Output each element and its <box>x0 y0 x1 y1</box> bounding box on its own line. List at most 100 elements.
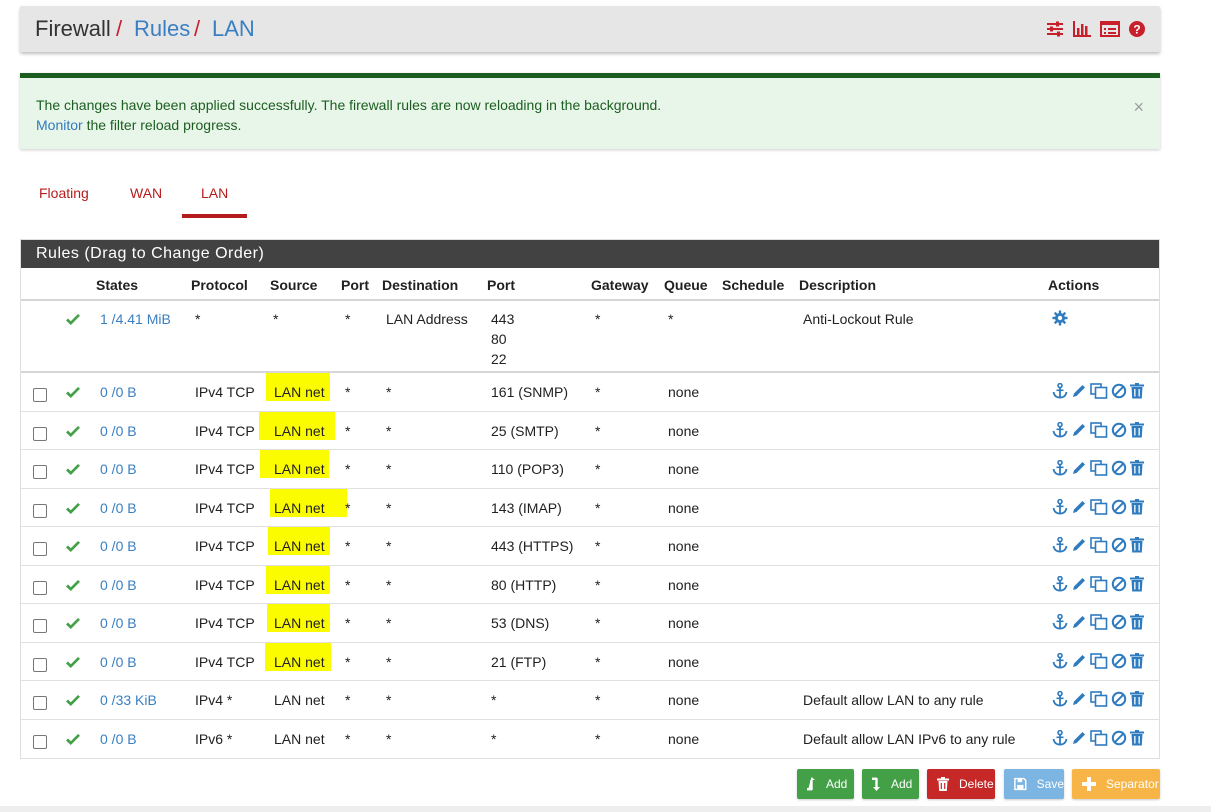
trash-icon[interactable] <box>1130 576 1144 592</box>
anchor-icon[interactable] <box>1052 691 1068 707</box>
anchor-icon[interactable] <box>1052 460 1068 476</box>
save-button[interactable]: Save <box>1004 769 1064 799</box>
trash-icon[interactable] <box>1130 537 1144 553</box>
states-link[interactable]: 0 /0 B <box>100 461 137 477</box>
rule-select-checkbox[interactable] <box>33 696 47 710</box>
bar-chart-icon[interactable] <box>1072 20 1092 38</box>
breadcrumb-lan[interactable]: LAN <box>212 15 255 43</box>
pencil-icon[interactable] <box>1071 691 1087 707</box>
disable-icon[interactable] <box>1111 422 1127 438</box>
pass-check-icon <box>65 425 81 441</box>
rule-select-checkbox[interactable] <box>33 388 47 402</box>
copy-icon[interactable] <box>1090 460 1108 476</box>
states-link[interactable]: 0 /0 B <box>100 500 137 516</box>
anchor-icon[interactable] <box>1052 730 1068 746</box>
states-link[interactable]: 0 /0 B <box>100 384 137 400</box>
copy-icon[interactable] <box>1090 614 1108 630</box>
rule-select-checkbox[interactable] <box>33 658 47 672</box>
rule-select-checkbox[interactable] <box>33 735 47 749</box>
col-header-source[interactable]: Source <box>270 277 317 293</box>
rule-select-checkbox[interactable] <box>33 504 47 518</box>
pencil-icon[interactable] <box>1071 653 1087 669</box>
copy-icon[interactable] <box>1090 576 1108 592</box>
sliders-icon[interactable] <box>1046 20 1064 38</box>
col-header-states[interactable]: States <box>96 277 138 293</box>
col-header-description[interactable]: Description <box>799 277 876 293</box>
states-link[interactable]: 0 /0 B <box>100 538 137 554</box>
disable-icon[interactable] <box>1111 383 1127 399</box>
pencil-icon[interactable] <box>1071 576 1087 592</box>
disable-icon[interactable] <box>1111 460 1127 476</box>
gear-icon[interactable] <box>1052 310 1068 326</box>
copy-icon[interactable] <box>1090 730 1108 746</box>
disable-icon[interactable] <box>1111 730 1127 746</box>
pencil-icon[interactable] <box>1071 537 1087 553</box>
anchor-icon[interactable] <box>1052 537 1068 553</box>
trash-icon[interactable] <box>1130 691 1144 707</box>
disable-icon[interactable] <box>1111 537 1127 553</box>
disable-icon[interactable] <box>1111 576 1127 592</box>
rule-select-checkbox[interactable] <box>33 542 47 556</box>
list-table-icon[interactable] <box>1100 20 1120 38</box>
tab-floating[interactable]: Floating <box>39 185 89 201</box>
states-link[interactable]: 1 /4.41 MiB <box>100 311 171 327</box>
col-header-source-port[interactable]: Port <box>341 277 369 293</box>
rule-select-checkbox[interactable] <box>33 581 47 595</box>
anchor-icon[interactable] <box>1052 614 1068 630</box>
anchor-icon[interactable] <box>1052 499 1068 515</box>
copy-icon[interactable] <box>1090 422 1108 438</box>
anchor-icon[interactable] <box>1052 383 1068 399</box>
states-link[interactable]: 0 /0 B <box>100 731 137 747</box>
disable-icon[interactable] <box>1111 691 1127 707</box>
close-icon[interactable]: × <box>1133 98 1144 116</box>
anchor-icon[interactable] <box>1052 653 1068 669</box>
states-link[interactable]: 0 /33 KiB <box>100 692 157 708</box>
trash-icon[interactable] <box>1130 383 1144 399</box>
copy-icon[interactable] <box>1090 653 1108 669</box>
copy-icon[interactable] <box>1090 383 1108 399</box>
pencil-icon[interactable] <box>1071 383 1087 399</box>
copy-icon[interactable] <box>1090 691 1108 707</box>
breadcrumb-firewall: Firewall <box>35 16 111 41</box>
col-header-destination[interactable]: Destination <box>382 277 458 293</box>
disable-icon[interactable] <box>1111 614 1127 630</box>
trash-icon[interactable] <box>1130 653 1144 669</box>
states-link[interactable]: 0 /0 B <box>100 615 137 631</box>
col-header-queue[interactable]: Queue <box>664 277 708 293</box>
help-icon[interactable]: ? <box>1128 20 1146 38</box>
pencil-icon[interactable] <box>1071 730 1087 746</box>
pencil-icon[interactable] <box>1071 614 1087 630</box>
breadcrumb-rules[interactable]: Rules <box>134 15 190 43</box>
trash-icon[interactable] <box>1130 614 1144 630</box>
pencil-icon[interactable] <box>1071 460 1087 476</box>
add-rule-bottom-button[interactable]: Add <box>862 769 919 799</box>
rule-select-checkbox[interactable] <box>33 619 47 633</box>
anchor-icon[interactable] <box>1052 576 1068 592</box>
col-header-destination-port[interactable]: Port <box>487 277 515 293</box>
trash-icon[interactable] <box>1130 422 1144 438</box>
add-rule-top-button[interactable]: Add <box>797 769 854 799</box>
trash-icon[interactable] <box>1130 460 1144 476</box>
rule-select-checkbox[interactable] <box>33 465 47 479</box>
disable-icon[interactable] <box>1111 653 1127 669</box>
pencil-icon[interactable] <box>1071 422 1087 438</box>
states-link[interactable]: 0 /0 B <box>100 654 137 670</box>
copy-icon[interactable] <box>1090 499 1108 515</box>
disable-icon[interactable] <box>1111 499 1127 515</box>
separator-button[interactable]: Separator <box>1072 769 1160 799</box>
col-header-gateway[interactable]: Gateway <box>591 277 649 293</box>
anchor-icon[interactable] <box>1052 422 1068 438</box>
col-header-protocol[interactable]: Protocol <box>191 277 248 293</box>
tab-lan[interactable]: LAN <box>201 185 228 201</box>
col-header-schedule[interactable]: Schedule <box>722 277 784 293</box>
pencil-icon[interactable] <box>1071 499 1087 515</box>
rule-select-checkbox[interactable] <box>33 427 47 441</box>
tab-wan[interactable]: WAN <box>130 185 162 201</box>
monitor-link[interactable]: Monitor <box>36 117 83 133</box>
delete-button[interactable]: Delete <box>927 769 995 799</box>
states-link[interactable]: 0 /0 B <box>100 423 137 439</box>
trash-icon[interactable] <box>1130 730 1144 746</box>
copy-icon[interactable] <box>1090 537 1108 553</box>
trash-icon[interactable] <box>1130 499 1144 515</box>
states-link[interactable]: 0 /0 B <box>100 577 137 593</box>
